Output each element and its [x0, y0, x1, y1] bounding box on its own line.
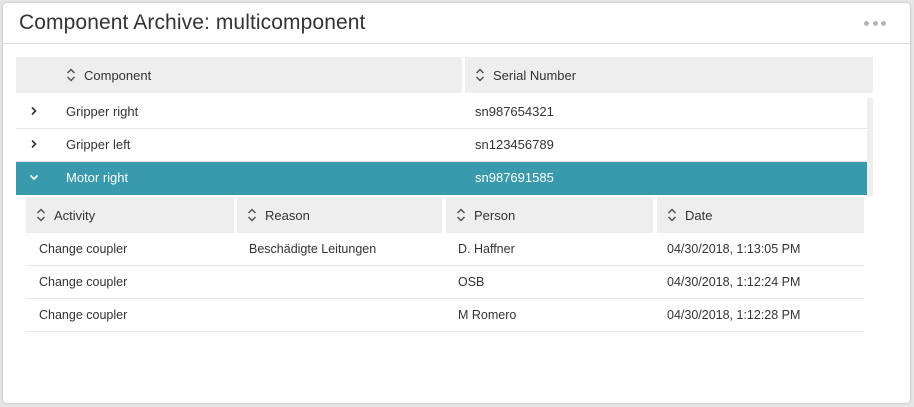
chevron-right-icon[interactable]	[28, 138, 40, 150]
chevron-down-icon[interactable]	[28, 171, 40, 183]
sort-icon	[667, 207, 677, 223]
more-horizontal-icon[interactable]	[864, 21, 886, 27]
scrollbar[interactable]	[867, 98, 873, 196]
sort-icon	[475, 67, 485, 83]
serial-number: sn123456789	[475, 137, 554, 152]
table-row[interactable]: Gripper left sn123456789	[16, 129, 873, 162]
table-row[interactable]: Change coupler OSB 04/30/2018, 1:12:24 P…	[26, 266, 864, 299]
chevron-right-icon[interactable]	[28, 105, 40, 117]
column-header-serial-number[interactable]: Serial Number	[465, 57, 873, 93]
date-cell: 04/30/2018, 1:12:24 PM	[667, 275, 801, 289]
sort-icon	[36, 207, 46, 223]
column-header-reason[interactable]: Reason	[237, 197, 442, 233]
sort-icon	[66, 67, 76, 83]
table-row[interactable]: Gripper right sn987654321	[16, 96, 873, 129]
column-header-component[interactable]: Component	[16, 57, 462, 93]
activity-table: Activity Reason Person Date Change coupl…	[26, 194, 864, 332]
column-header-label: Person	[474, 207, 516, 223]
column-header-label: Reason	[265, 207, 310, 223]
component-name: Gripper right	[66, 104, 139, 119]
activity-cell: Change coupler	[39, 275, 128, 289]
activity-cell: Change coupler	[39, 242, 128, 256]
column-header-label: Serial Number	[493, 67, 577, 83]
column-header-person[interactable]: Person	[446, 197, 653, 233]
activity-cell: Change coupler	[39, 308, 128, 322]
person-cell: D. Haffner	[458, 242, 515, 256]
person-cell: M Romero	[458, 308, 517, 322]
component-name: Gripper left	[66, 137, 131, 152]
table-row[interactable]: Change coupler Beschädigte Leitungen D. …	[26, 233, 864, 266]
table-row-selected[interactable]: Motor right sn987691585	[16, 162, 873, 195]
column-header-date[interactable]: Date	[657, 197, 864, 233]
column-header-activity[interactable]: Activity	[26, 197, 234, 233]
serial-number: sn987654321	[475, 104, 554, 119]
reason-cell: Beschädigte Leitungen	[249, 242, 377, 256]
serial-number: sn987691585	[475, 170, 554, 185]
activity-table-header: Activity Reason Person Date	[26, 197, 864, 233]
card-header: Component Archive: multicomponent	[3, 3, 910, 44]
component-name: Motor right	[66, 170, 129, 185]
component-table-header: Component Serial Number	[16, 57, 873, 93]
date-cell: 04/30/2018, 1:12:28 PM	[667, 308, 801, 322]
sort-icon	[247, 207, 257, 223]
date-cell: 04/30/2018, 1:13:05 PM	[667, 242, 801, 256]
component-table: Component Serial Number Gripper right sn…	[16, 57, 873, 195]
sort-icon	[456, 207, 466, 223]
column-header-label: Date	[685, 207, 713, 223]
column-header-label: Activity	[54, 207, 96, 223]
table-row[interactable]: Change coupler M Romero 04/30/2018, 1:12…	[26, 299, 864, 332]
column-header-label: Component	[84, 67, 152, 83]
card-title: Component Archive: multicomponent	[19, 11, 366, 34]
person-cell: OSB	[458, 275, 485, 289]
